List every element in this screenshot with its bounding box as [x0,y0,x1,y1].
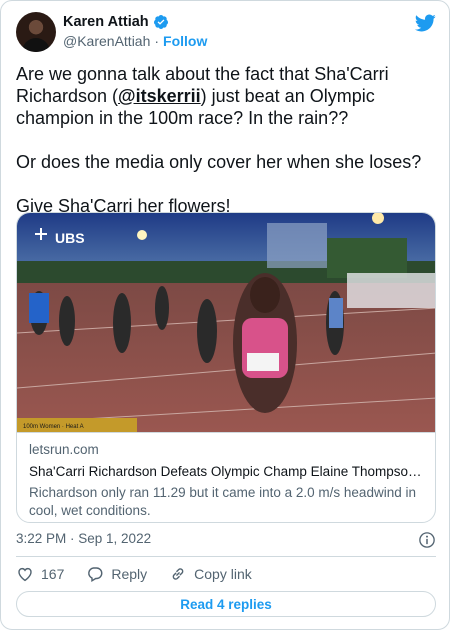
author-handle[interactable]: @KarenAttiah [63,33,150,49]
read-replies-button[interactable]: Read 4 replies [16,591,436,617]
link-description: Richardson only ran 11.29 but it came in… [29,485,416,518]
twitter-bird-icon[interactable] [414,12,436,34]
timestamp-row: 3:22 PM · Sep 1, 2022 [16,531,436,549]
heart-icon [18,567,32,582]
tweet-paragraph-2: Or does the media only cover her when sh… [16,152,422,172]
reply-bubble-icon [88,567,103,583]
like-button[interactable]: 167 [16,565,64,583]
link-title[interactable]: Sha'Carri Richardson Defeats Olympic Cha… [29,462,425,482]
link-icon [172,568,184,580]
reply-button[interactable]: Reply [86,565,147,583]
reply-label: Reply [111,566,148,582]
avatar[interactable] [16,12,56,52]
separator-dot: · [154,33,160,49]
author-name[interactable]: Karen Attiah [63,14,149,30]
action-bar: 167 Reply Copy link [16,564,274,584]
link-domain: letsrun.com [29,442,99,457]
handle-row: @KarenAttiah · Follow [63,33,207,49]
photo-logo: UBS [55,230,85,246]
follow-button[interactable]: Follow [163,33,207,49]
author-name-row: Karen Attiah [63,14,169,30]
tweet-text: Are we gonna talk about the fact that Sh… [16,63,436,217]
link-meta[interactable]: letsrun.com Sha'Carri Richardson Defeats… [17,432,435,522]
divider [16,556,436,557]
tweet-header: Karen Attiah @KarenAttiah · Follow [16,12,436,52]
race-photo[interactable]: UBS 100m Women · Heat A [17,213,436,432]
copy-link-label: Copy link [194,566,252,582]
copy-link-button[interactable]: Copy link [169,565,252,583]
timestamp[interactable]: 3:22 PM · Sep 1, 2022 [16,531,151,546]
tweet-paragraph-1: Are we gonna talk about the fact that Sh… [16,64,389,128]
like-count: 167 [41,566,65,582]
info-icon[interactable] [418,531,436,549]
verified-badge-icon [153,15,168,29]
link-preview-card[interactable]: UBS 100m Women · Heat A letsrun.com Sha'… [16,212,436,523]
photo-caption: 100m Women · Heat A [23,424,84,430]
tweet-card: Karen Attiah @KarenAttiah · Follow Are w… [0,0,450,630]
mention-link[interactable]: @itskerrii [118,86,201,106]
